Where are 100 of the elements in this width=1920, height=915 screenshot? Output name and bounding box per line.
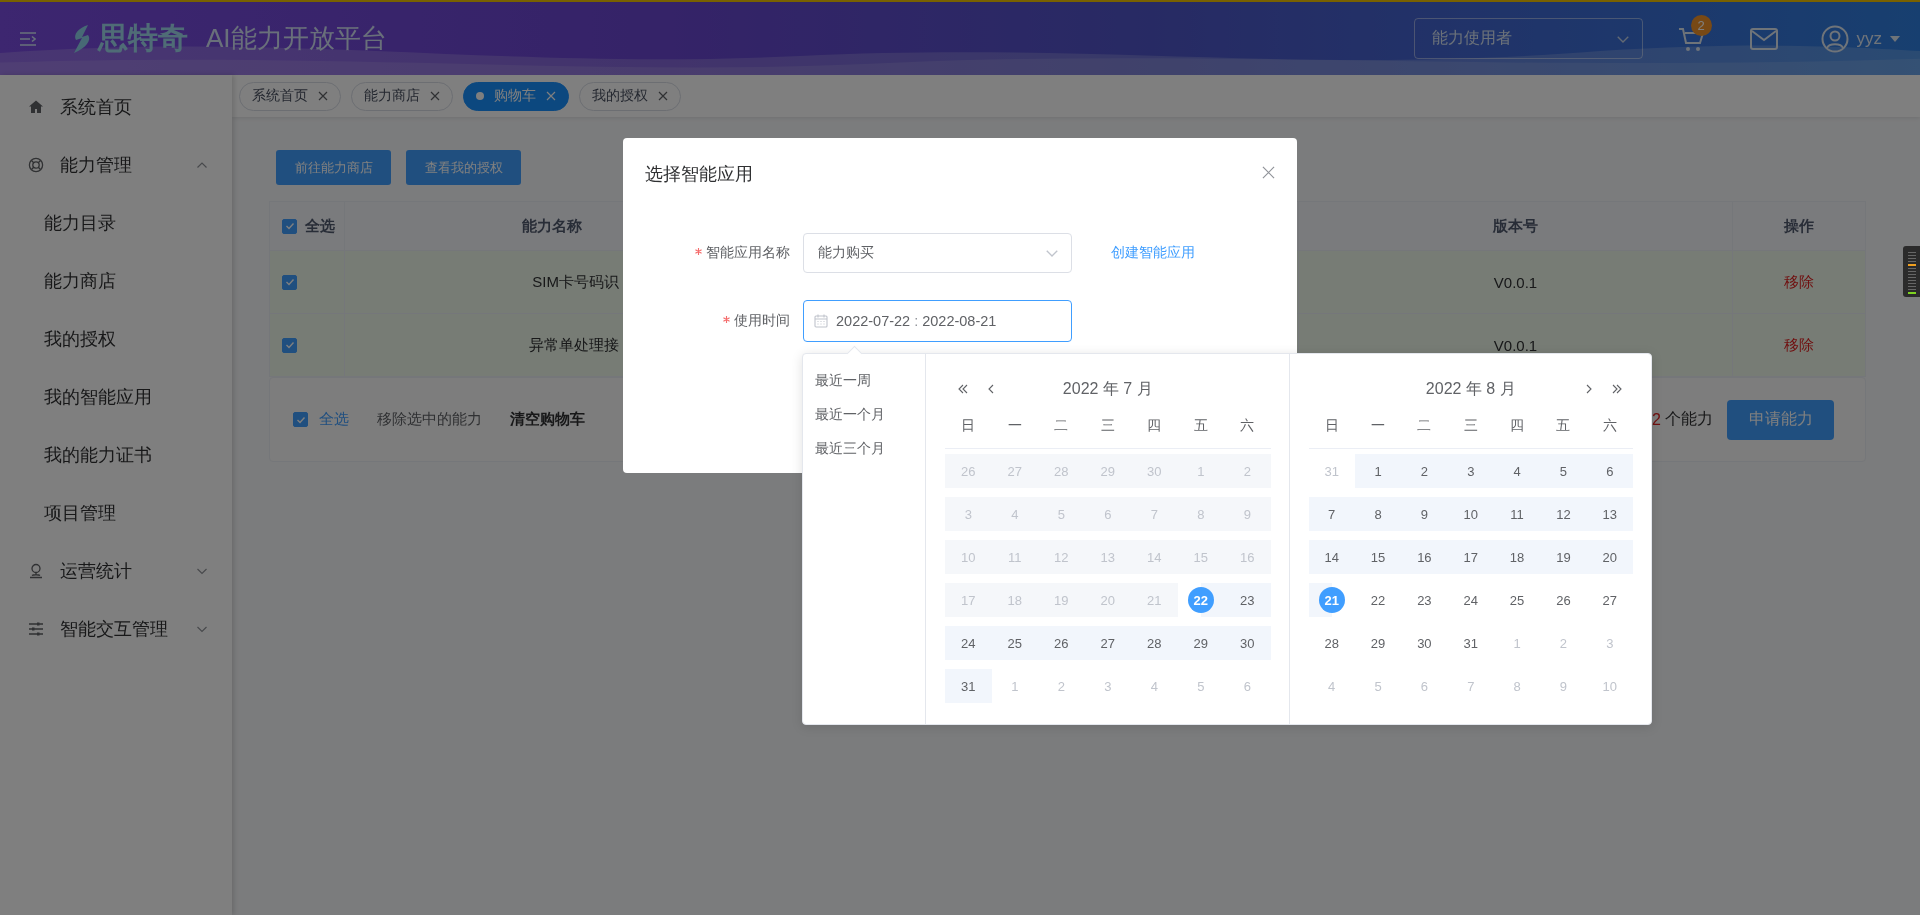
remove-link[interactable]: 移除 xyxy=(1784,335,1814,355)
shortcut-option[interactable]: 最近三个月 xyxy=(803,434,885,462)
weekday-label: 六 xyxy=(1239,416,1256,435)
sidebar-item[interactable]: 我的能力证书 xyxy=(0,426,232,484)
date-cell[interactable]: 17 xyxy=(1463,549,1478,565)
date-cell[interactable]: 25 xyxy=(1509,592,1525,608)
date-cell[interactable]: 26 xyxy=(1054,635,1069,651)
end-date: 2022-08-21 xyxy=(922,313,997,329)
weekday-label: 六 xyxy=(1601,416,1618,435)
close-icon[interactable] xyxy=(1262,166,1275,179)
column-header: 操作 xyxy=(1784,216,1814,236)
date-cell[interactable]: 18 xyxy=(1509,549,1525,565)
cart-count-badge: 2 xyxy=(1690,14,1712,36)
sidebar-item[interactable]: 能力目录 xyxy=(0,194,232,252)
double-chevron-right-icon[interactable] xyxy=(1611,383,1623,395)
count-label: 个能力 xyxy=(1665,409,1713,429)
date-cell[interactable]: 1 xyxy=(1374,463,1382,479)
double-chevron-left-icon[interactable] xyxy=(957,383,969,395)
sidebar-item[interactable]: 运营统计 xyxy=(0,542,232,600)
date-cell[interactable]: 6 xyxy=(1606,463,1614,479)
sidebar-item[interactable]: 能力管理 xyxy=(0,136,232,194)
sidebar-item[interactable]: 我的智能应用 xyxy=(0,368,232,426)
date-cell[interactable]: 3 xyxy=(1467,463,1475,479)
selected-date[interactable]: 21 xyxy=(1318,587,1345,613)
sidebar-item[interactable]: 项目管理 xyxy=(0,484,232,542)
tab[interactable]: 我的授权 xyxy=(579,81,681,111)
checkmark-icon xyxy=(295,414,306,425)
date-cell[interactable]: 30 xyxy=(1417,635,1432,651)
remove-link[interactable]: 移除 xyxy=(1784,272,1814,292)
date-cell[interactable]: 20 xyxy=(1602,549,1618,565)
toolbar-button[interactable]: 前往能力商店 xyxy=(276,150,391,185)
cart-button[interactable]: 2 xyxy=(1677,14,1712,53)
shortcut-option[interactable]: 最近一个月 xyxy=(803,400,885,428)
date-cell[interactable]: 12 xyxy=(1556,506,1571,522)
checkbox[interactable] xyxy=(282,218,297,234)
checkbox[interactable] xyxy=(282,337,297,353)
date-cell[interactable]: 16 xyxy=(1417,549,1432,565)
date-cell[interactable]: 29 xyxy=(1370,635,1386,651)
remove-selected-link[interactable]: 移除选中的能力 xyxy=(377,410,482,429)
date-cell[interactable]: 5 xyxy=(1559,463,1568,479)
date-cell[interactable]: 7 xyxy=(1328,506,1336,522)
clear-cart-link[interactable]: 清空购物车 xyxy=(510,410,585,429)
table-cell: V0.0.1 xyxy=(1493,336,1538,354)
create-app-link[interactable]: 创建智能应用 xyxy=(1111,244,1195,262)
date-cell[interactable]: 8 xyxy=(1374,506,1382,522)
date-cell[interactable]: 13 xyxy=(1602,506,1618,522)
date-cell[interactable]: 25 xyxy=(1007,635,1022,651)
checkbox[interactable] xyxy=(293,412,308,427)
weekday-label: 二 xyxy=(1416,416,1433,435)
tab[interactable]: 系统首页 xyxy=(239,81,341,111)
date-range-field[interactable]: 2022-07-22 : 2022-08-21 xyxy=(803,300,1072,342)
user-menu[interactable]: yyz xyxy=(1820,24,1900,53)
date-cell[interactable]: 26 xyxy=(1556,592,1571,608)
date-cell[interactable]: 14 xyxy=(1324,549,1339,565)
sidebar-item[interactable]: 智能交互管理 xyxy=(0,600,232,658)
date-cell[interactable]: 24 xyxy=(1463,592,1478,608)
date-cell[interactable]: 9 xyxy=(1420,506,1428,522)
menu-icon[interactable] xyxy=(20,31,36,46)
toolbar-button[interactable]: 查看我的授权 xyxy=(406,150,521,185)
date-cell[interactable]: 22 xyxy=(1370,592,1386,608)
table-cell: SIM卡号码识 xyxy=(532,272,619,292)
date-cell[interactable]: 23 xyxy=(1240,592,1255,608)
date-cell[interactable]: 28 xyxy=(1324,635,1339,651)
checkmark-icon xyxy=(284,221,295,231)
sidebar-item[interactable]: 我的授权 xyxy=(0,310,232,368)
app-title: AI能力开放平台 xyxy=(206,22,387,55)
date-cell[interactable]: 27 xyxy=(1602,592,1618,608)
close-icon[interactable] xyxy=(318,91,328,101)
date-cell[interactable]: 24 xyxy=(961,635,976,651)
shortcut-option[interactable]: 最近一周 xyxy=(803,366,871,394)
date-cell[interactable]: 11 xyxy=(1510,506,1524,522)
lifebuoy-icon xyxy=(28,157,44,173)
date-cell[interactable]: 10 xyxy=(1463,506,1478,522)
sidebar-item[interactable]: 系统首页 xyxy=(0,78,232,136)
tab[interactable]: 能力商店 xyxy=(351,81,453,111)
date-cell[interactable]: 31 xyxy=(961,678,976,694)
date-cell[interactable]: 2 xyxy=(1420,463,1428,479)
date-cell[interactable]: 30 xyxy=(1240,635,1255,651)
selected-date[interactable]: 22 xyxy=(1187,587,1214,613)
date-cell[interactable]: 28 xyxy=(1147,635,1162,651)
select-all-label[interactable]: 全选 xyxy=(319,410,349,429)
mail-icon[interactable] xyxy=(1749,27,1778,50)
weekday-label: 五 xyxy=(1192,416,1209,435)
user-pin-icon xyxy=(28,563,44,579)
date-cell[interactable]: 23 xyxy=(1417,592,1432,608)
sidebar-item[interactable]: 能力商店 xyxy=(0,252,232,310)
weekday-label: 五 xyxy=(1555,416,1572,435)
tab[interactable]: 购物车 xyxy=(463,81,569,111)
date-cell[interactable]: 31 xyxy=(1463,635,1478,651)
close-icon[interactable] xyxy=(430,91,440,101)
role-select[interactable]: 能力使用者 xyxy=(1413,18,1643,59)
date-cell[interactable]: 27 xyxy=(1100,635,1115,651)
date-cell[interactable]: 4 xyxy=(1513,463,1521,479)
apply-button[interactable]: 申请能力 xyxy=(1727,399,1834,440)
date-cell[interactable]: 15 xyxy=(1370,549,1386,565)
date-cell[interactable]: 19 xyxy=(1556,549,1571,565)
checkbox[interactable] xyxy=(282,274,297,290)
date-cell[interactable]: 29 xyxy=(1193,635,1208,651)
close-icon[interactable] xyxy=(658,91,668,101)
app-select[interactable]: 能力购买 xyxy=(803,233,1072,273)
